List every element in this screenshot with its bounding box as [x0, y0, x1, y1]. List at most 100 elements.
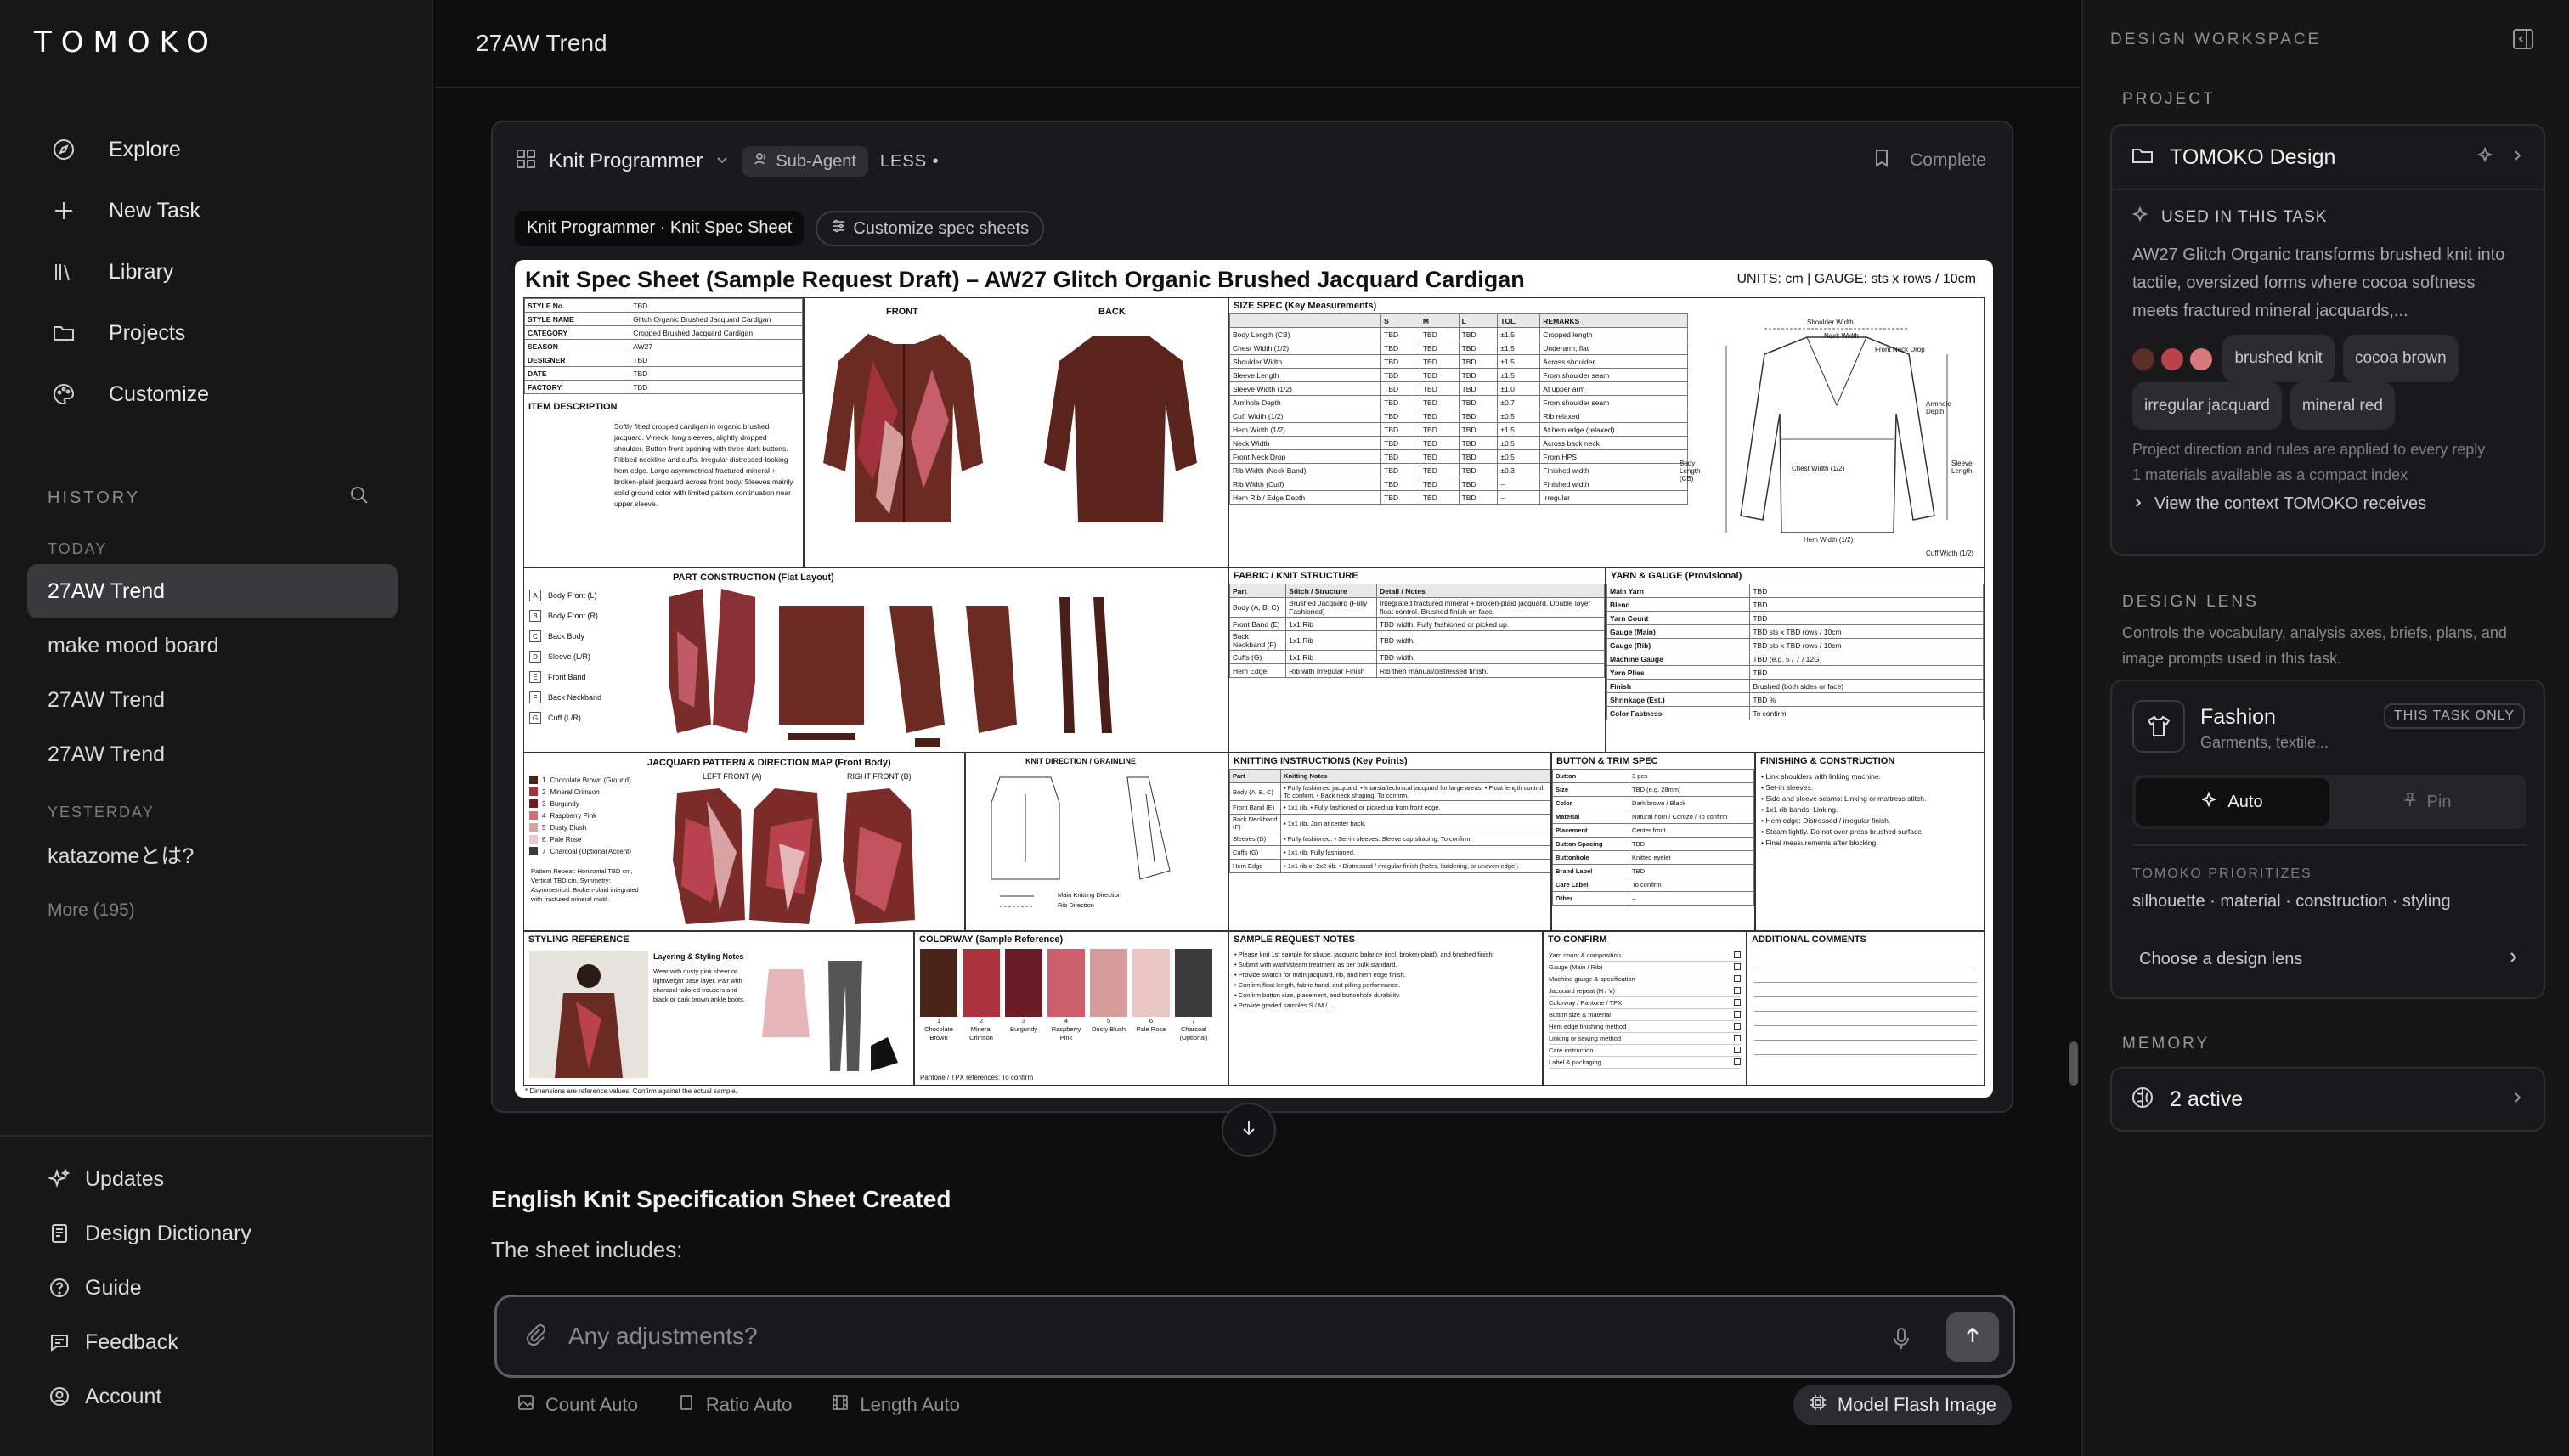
- table-cell: TBD: [1380, 381, 1420, 396]
- table-cell: Rib Width (Neck Band): [1228, 463, 1382, 477]
- table-row: Gauge (Rib) TBD sts x TBD rows / 10cm: [1606, 638, 1984, 652]
- page-title: 27AW Trend: [435, 0, 2080, 88]
- table-cell: TBD: [1749, 665, 1984, 680]
- jacquard-front-illustration: [673, 788, 915, 924]
- list-item: C Back Body: [529, 626, 657, 646]
- main-scrollbar[interactable]: [2069, 1041, 2078, 1086]
- table-row: Sleeve Width (1/2) TBD TBD TBD ±1.0 At upper …: [1228, 381, 1688, 396]
- diagram-label-sleeve-length: Sleeve Length: [1951, 460, 1973, 475]
- nav-account[interactable]: Account: [0, 1369, 433, 1424]
- chevron-right-icon: [2510, 1090, 2525, 1109]
- count-option[interactable]: Count Auto: [517, 1393, 638, 1417]
- composer-input[interactable]: Any adjustments?: [568, 1323, 758, 1350]
- chevron-down-icon[interactable]: [714, 150, 730, 173]
- project-row[interactable]: TOMOKO Design: [2112, 126, 2544, 190]
- nav-new-task[interactable]: New Task: [34, 180, 408, 241]
- table-row: SEASON AW27: [523, 339, 803, 353]
- list-item: 5 Dusty Blush: [529, 821, 657, 833]
- table-row: Finish Brushed (both sides or face): [1606, 679, 1984, 693]
- jacquard-color-legend: 1 Chocolate Brown (Ground) 2 Mineral Crimso…: [529, 774, 657, 857]
- collapse-panel-icon[interactable]: [2511, 27, 2535, 55]
- history-item[interactable]: 27AW Trend: [27, 673, 398, 727]
- microphone-icon[interactable]: [1890, 1326, 1912, 1356]
- list-item: 7 Charcoal (Optional Accent): [529, 845, 657, 857]
- customize-spec-sheets-button[interactable]: Customize spec sheets: [816, 211, 1045, 246]
- less-toggle[interactable]: LESS •: [880, 152, 940, 172]
- pin-mode-button[interactable]: Pin: [2329, 778, 2523, 826]
- response-text: The sheet includes:: [491, 1237, 683, 1262]
- confirm-text: Jacquard repeat (H / V): [1549, 987, 1615, 995]
- paperclip-icon[interactable]: [522, 1322, 548, 1352]
- scroll-down-button[interactable]: [1222, 1103, 1276, 1157]
- table-cell: Rib with Irregular Finish: [1285, 663, 1377, 678]
- table-cell: Yarn Count: [1606, 611, 1751, 625]
- nav-updates[interactable]: Updates: [0, 1152, 433, 1206]
- table-cell: From shoulder seam: [1539, 395, 1688, 409]
- table-row: Front Band (E) 1x1 Rib TBD width. Fully fa…: [1228, 617, 1606, 631]
- ratio-option[interactable]: Ratio Auto: [677, 1393, 792, 1417]
- confirm-text: Yarn count & composition: [1549, 951, 1621, 959]
- choose-lens-label: Choose a design lens: [2139, 949, 2303, 968]
- auto-mode-button[interactable]: Auto: [2136, 778, 2329, 826]
- list-item: 1 Chocolate Brown (Ground): [529, 774, 657, 786]
- search-icon[interactable]: [348, 484, 370, 511]
- color-chip: [529, 847, 538, 855]
- table-cell: TBD: [1419, 381, 1460, 396]
- nav-design-dictionary[interactable]: Design Dictionary: [0, 1206, 433, 1261]
- nav-customize[interactable]: Customize: [34, 364, 408, 425]
- used-in-task-section: USED IN THIS TASK AW27 Glitch Organic tr…: [2112, 190, 2544, 529]
- workspace-title: DESIGN WORKSPACE: [2110, 31, 2322, 48]
- table-cell: Front Band (E): [1228, 800, 1282, 815]
- table-cell: Irregular: [1539, 490, 1688, 505]
- agent-name[interactable]: Knit Programmer: [549, 150, 703, 173]
- send-button[interactable]: [1946, 1312, 1999, 1362]
- length-option[interactable]: Length Auto: [831, 1393, 960, 1417]
- history-item[interactable]: make mood board: [27, 618, 398, 673]
- knit-spec-tag[interactable]: Knit Programmer · Knit Spec Sheet: [515, 211, 805, 246]
- list-item: • Hem edge: Distressed / irregular finis…: [1761, 816, 1891, 825]
- table-cell: TBD: [1749, 584, 1984, 598]
- nav-library[interactable]: Library: [34, 241, 408, 302]
- choose-design-lens-button[interactable]: Choose a design lens: [2132, 933, 2527, 985]
- list-item: • Provide swatch for main jacquard, rib,…: [1234, 971, 1406, 979]
- memory-card[interactable]: 2 active: [2110, 1067, 2545, 1132]
- part-letter: G: [529, 712, 541, 724]
- app-logo[interactable]: TOMOKO: [34, 25, 218, 59]
- colorway-swatches: 1 Chocolate Brown 2 Mineral Crimson 3 Burgund…: [915, 947, 1228, 1044]
- table-cell: Underarm, flat: [1539, 341, 1688, 355]
- table-cell: TBD: [1380, 368, 1420, 382]
- history-item[interactable]: 27AW Trend: [27, 564, 398, 618]
- style-info-box: STYLE No. TBD STYLE NAME Glitch Organic Bru…: [523, 297, 804, 567]
- diagram-label-body-length: Body Length (CB): [1680, 460, 1701, 483]
- bookmark-icon[interactable]: [1872, 148, 1891, 173]
- color-name: Dusty Blush: [550, 823, 587, 832]
- list-item: Machine gauge & specification: [1549, 973, 1741, 985]
- history-item[interactable]: katazomeとは?: [27, 827, 398, 882]
- color-index: 6: [542, 835, 546, 844]
- message-composer[interactable]: Any adjustments?: [494, 1295, 2015, 1378]
- table-cell: Material: [1551, 810, 1630, 824]
- view-context-link[interactable]: View the context TOMOKO receives: [2132, 494, 2523, 514]
- table-cell: TBD: [630, 380, 803, 394]
- knit-spec-sheet-image[interactable]: Knit Spec Sheet (Sample Request Draft) –…: [515, 260, 1993, 1098]
- table-cell: Finished width: [1539, 477, 1688, 491]
- nav-feedback[interactable]: Feedback: [0, 1315, 433, 1369]
- list-item: 4 Raspberry Pink: [529, 810, 657, 821]
- chevron-right-icon[interactable]: [2510, 148, 2525, 167]
- sparkle-icon[interactable]: [2476, 146, 2496, 169]
- design-lens-card: Fashion Garments, textile... THIS TASK O…: [2110, 680, 2545, 999]
- nav-projects[interactable]: Projects: [34, 302, 408, 364]
- history-item[interactable]: 27AW Trend: [27, 727, 398, 782]
- table-cell: Brushed (both sides or face): [1749, 679, 1984, 693]
- nav-explore[interactable]: Explore: [34, 119, 408, 180]
- table-cell: Brand Label: [1551, 864, 1630, 878]
- model-selector[interactable]: Model Flash Image: [1793, 1385, 2012, 1425]
- finishing-title: FINISHING & CONSTRUCTION: [1760, 756, 1895, 766]
- history-title: HISTORY: [48, 488, 141, 507]
- list-item: • Submit with wash/steam treatment as pe…: [1234, 961, 1397, 968]
- ratio-icon: [677, 1393, 696, 1417]
- confirm-text: Linking or sewing method: [1549, 1035, 1622, 1042]
- table-cell: TBD: [1380, 436, 1420, 450]
- nav-guide[interactable]: Guide: [0, 1261, 433, 1315]
- history-more-link[interactable]: More (195): [48, 900, 135, 921]
